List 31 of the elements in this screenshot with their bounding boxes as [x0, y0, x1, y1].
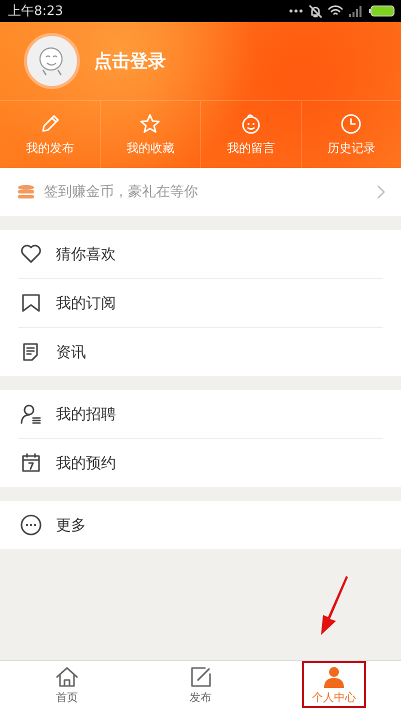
- alarm-off-icon: [309, 4, 322, 18]
- person-icon: [322, 666, 346, 688]
- more-icon: [289, 9, 303, 13]
- status-time: 上午8:23: [8, 3, 64, 20]
- bookmark-icon: [21, 293, 41, 313]
- more-icon: [20, 514, 42, 536]
- smiley-icon: [240, 113, 262, 135]
- menu-item[interactable]: 我的招聘: [0, 390, 401, 438]
- menu-item[interactable]: 我的订阅: [0, 279, 401, 327]
- menu-item[interactable]: 资讯: [0, 328, 401, 376]
- battery-icon: [369, 5, 395, 17]
- edit-icon: [188, 666, 212, 688]
- tab[interactable]: 首页: [0, 661, 134, 710]
- chevron-right-icon: [377, 185, 385, 199]
- document-icon: [22, 342, 40, 362]
- person-icon: [20, 404, 42, 424]
- signal-icon: [349, 5, 363, 17]
- heart-icon: [20, 244, 42, 264]
- home-icon: [54, 666, 79, 688]
- menu-item[interactable]: 我的预约: [0, 439, 401, 487]
- star-icon: [139, 113, 162, 135]
- menu-item[interactable]: 猜你喜欢: [0, 230, 401, 278]
- highlight-frame: [302, 661, 366, 708]
- coins-icon: [16, 184, 36, 200]
- calendar-icon: [21, 453, 41, 473]
- wifi-icon: [328, 5, 343, 17]
- menu-item[interactable]: 更多: [0, 501, 401, 549]
- clock-icon: [340, 113, 362, 135]
- annotation-arrow: [318, 575, 350, 637]
- tab[interactable]: 发布: [134, 661, 268, 710]
- tab[interactable]: 个人中心: [267, 661, 401, 710]
